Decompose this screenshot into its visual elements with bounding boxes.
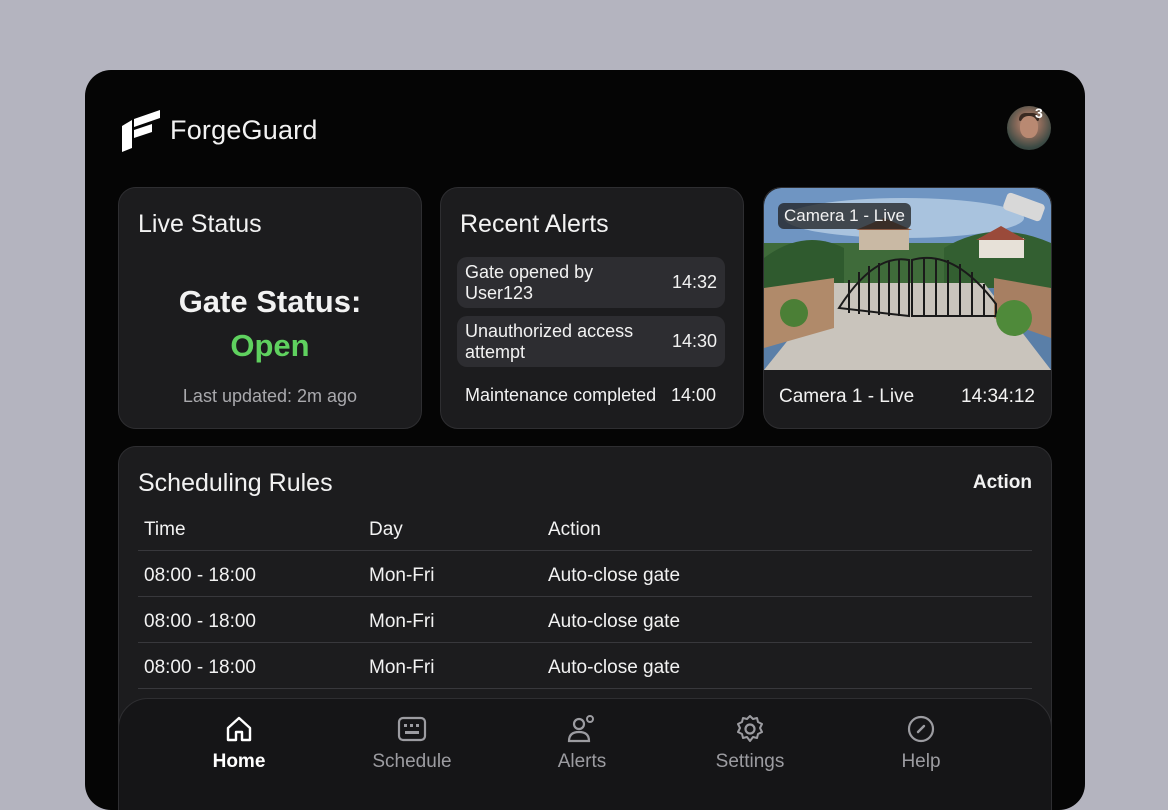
- app-window: ForgeGuard 3 Live Status Gate Status: Op…: [85, 70, 1085, 810]
- scheduling-rules-title: Scheduling Rules: [138, 469, 333, 497]
- rule-day: Mon-Fri: [369, 611, 435, 632]
- nav-label: Settings: [715, 751, 785, 772]
- camera-name: Camera 1 - Live: [779, 386, 915, 407]
- alert-time: 14:30: [671, 331, 717, 351]
- nav-help[interactable]: Help: [866, 713, 976, 773]
- recent-alerts-card: Recent Alerts Gate opened by User123 14:…: [440, 187, 744, 429]
- camera-timestamp: 14:34:12: [961, 386, 1035, 407]
- keyboard-icon: [397, 716, 427, 742]
- nav-schedule[interactable]: Schedule: [357, 713, 467, 773]
- gate-status-value: Open: [230, 328, 310, 363]
- notification-badge: 3: [1035, 105, 1043, 121]
- alert-text: Gate opened by User123: [465, 262, 594, 303]
- nav-label: Alerts: [557, 751, 607, 772]
- rule-action: Auto-close gate: [548, 565, 681, 586]
- rule-action: Auto-close gate: [548, 611, 681, 632]
- action-button[interactable]: Action: [973, 472, 1032, 494]
- gate-status-label: Gate Status:: [178, 284, 362, 319]
- nav-label: Schedule: [372, 751, 452, 772]
- nav-label: Home: [212, 751, 266, 772]
- divider: [138, 596, 1032, 597]
- rule-time: 08:00 - 18:00: [144, 611, 256, 632]
- live-status-card: Live Status Gate Status: Open Last updat…: [118, 187, 422, 429]
- alert-text[interactable]: Maintenance completed: [465, 385, 656, 406]
- app-name: ForgeGuard: [170, 114, 318, 145]
- divider: [138, 688, 1032, 689]
- camera-overlay-label: Camera 1 - Live: [778, 203, 911, 229]
- brand: ForgeGuard: [118, 108, 318, 152]
- nav-label: Help: [901, 751, 941, 772]
- last-updated: Last updated: 2m ago: [182, 386, 358, 406]
- nav-home[interactable]: Home: [184, 713, 294, 773]
- rule-time: 08:00 - 18:00: [144, 565, 256, 586]
- camera-feed[interactable]: Camera 1 - Live: [764, 188, 1051, 370]
- alert-item[interactable]: Unauthorized access attempt 14:30: [457, 316, 725, 367]
- rule-action: Auto-close gate: [548, 657, 681, 678]
- home-icon: [226, 716, 252, 742]
- alert-time: 14:32: [671, 272, 717, 292]
- rule-day: Mon-Fri: [369, 657, 435, 678]
- live-status-title: Live Status: [138, 210, 262, 238]
- alert-time: 14:00: [671, 385, 717, 405]
- rule-time: 08:00 - 18:00: [144, 657, 256, 678]
- alert-item[interactable]: Gate opened by User123 14:32: [457, 257, 725, 308]
- column-header-action: Action: [548, 519, 601, 540]
- column-header-time: Time: [144, 519, 186, 540]
- avatar[interactable]: 3: [1007, 105, 1051, 150]
- recent-alerts-title: Recent Alerts: [460, 210, 609, 238]
- column-header-day: Day: [369, 519, 403, 540]
- camera-card[interactable]: Camera 1 - Live Camera 1 - Live 14:34:12: [763, 187, 1052, 429]
- alert-text: Unauthorized access attempt: [465, 321, 634, 362]
- divider: [138, 642, 1032, 643]
- gear-icon: [737, 715, 763, 742]
- nav-settings[interactable]: Settings: [695, 713, 805, 773]
- forgeguard-logo-icon: [122, 110, 160, 152]
- people-icon: [567, 715, 594, 743]
- rule-day: Mon-Fri: [369, 565, 435, 586]
- nav-alerts[interactable]: Alerts: [527, 713, 637, 773]
- bottom-nav: Home Schedule Alerts Settings Help: [118, 698, 1052, 810]
- compass-icon: [907, 715, 935, 743]
- divider: [138, 550, 1032, 551]
